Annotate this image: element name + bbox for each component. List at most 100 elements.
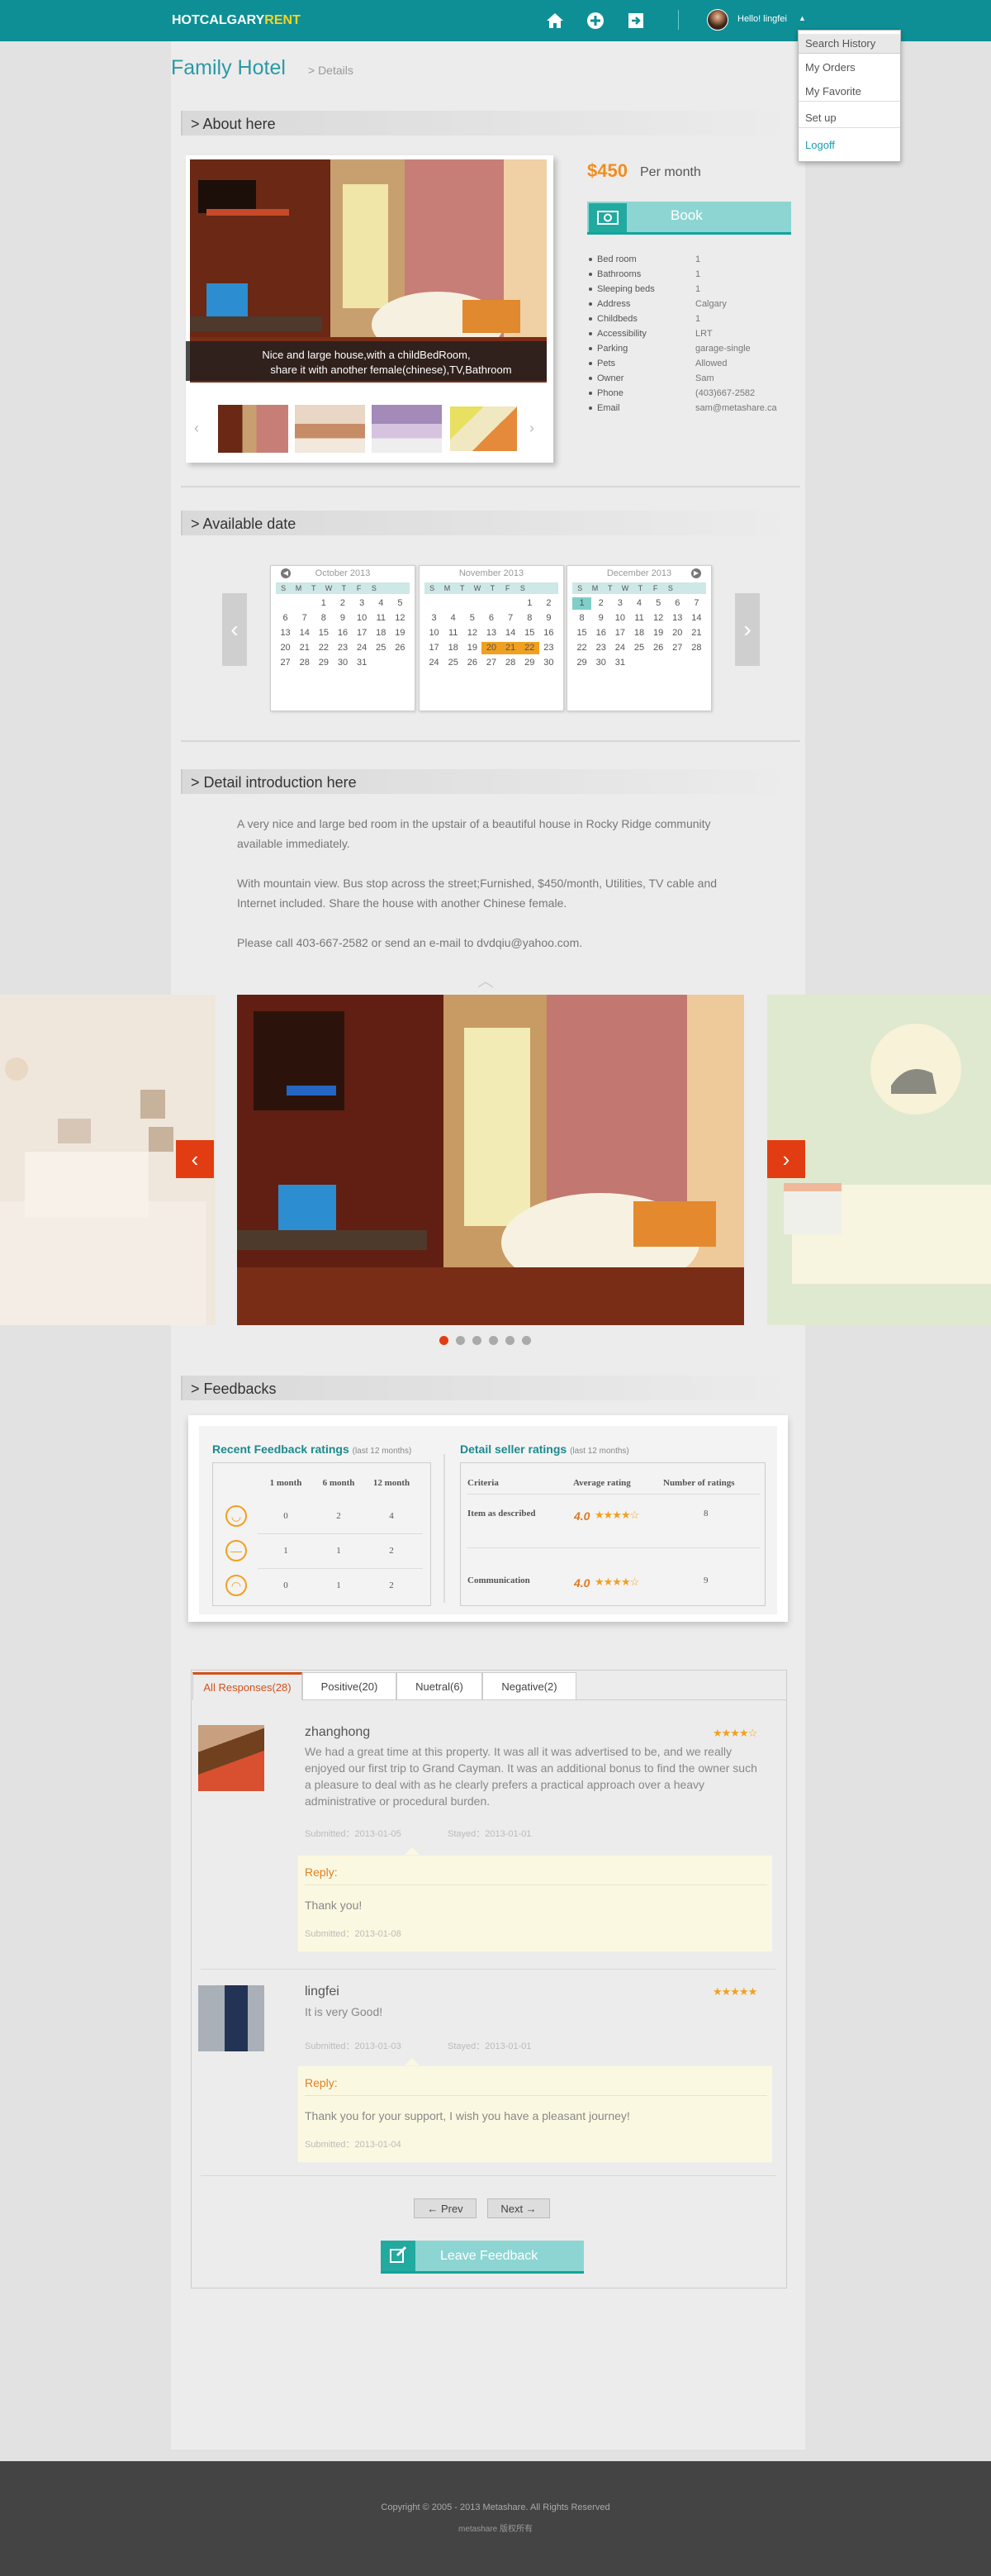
calendar-day[interactable]: 7 [501, 612, 520, 625]
slider-dot[interactable] [489, 1336, 498, 1345]
calendar-day[interactable]: 4 [372, 597, 391, 610]
slider-dot[interactable] [505, 1336, 514, 1345]
menu-item-my-favorite[interactable]: My Favorite [799, 82, 900, 102]
calendar-day[interactable]: 31 [353, 657, 372, 669]
calendar-day[interactable]: 3 [424, 612, 443, 625]
calendar-day[interactable]: 15 [520, 627, 539, 639]
menu-item-my-orders[interactable]: My Orders [799, 58, 900, 78]
tab-positive-responses[interactable]: Positive(20) [302, 1672, 396, 1700]
money-icon[interactable] [589, 203, 627, 232]
calendar-day[interactable]: 19 [649, 627, 668, 639]
thumbnail[interactable] [372, 405, 442, 453]
calendar-day[interactable]: 13 [481, 627, 500, 639]
tab-neutral-responses[interactable]: Nuetral(6) [396, 1672, 482, 1700]
calendar-day[interactable]: 4 [629, 597, 648, 610]
calendar-day[interactable]: 15 [314, 627, 333, 639]
calendar-day[interactable]: 24 [424, 657, 443, 669]
slide-current[interactable] [237, 995, 744, 1325]
calendar-day[interactable]: 9 [333, 612, 352, 625]
slider-prev-button[interactable]: ‹ [176, 1140, 214, 1178]
calendar-day[interactable]: 26 [391, 642, 410, 654]
calendar-day[interactable]: 5 [391, 597, 410, 610]
calendar-day[interactable]: 19 [391, 627, 410, 639]
calendar-day[interactable]: 29 [314, 657, 333, 669]
calendar-day[interactable]: 3 [610, 597, 629, 610]
calendar-day[interactable]: 18 [629, 627, 648, 639]
calendar-day[interactable]: 5 [462, 612, 481, 625]
calendar-day[interactable]: 10 [610, 612, 629, 625]
calendar-day[interactable]: 21 [295, 642, 314, 654]
calendar-day[interactable]: 23 [333, 642, 352, 654]
user-avatar[interactable] [707, 9, 728, 31]
calendar-day[interactable]: 20 [276, 642, 295, 654]
calendar-prev-icon[interactable]: ◀ [281, 568, 291, 578]
calendar-day[interactable]: 8 [314, 612, 333, 625]
calendar-day[interactable]: 2 [591, 597, 610, 610]
calendar-day[interactable]: 10 [424, 627, 443, 639]
calendar-day[interactable]: 29 [520, 657, 539, 669]
add-icon[interactable] [585, 10, 606, 31]
calendar-day[interactable]: 17 [424, 642, 443, 654]
tab-negative-responses[interactable]: Negative(2) [482, 1672, 576, 1700]
calendar-day[interactable]: 1 [572, 597, 592, 610]
calendar-day[interactable]: 22 [314, 642, 333, 654]
calendar-next-button[interactable]: › [735, 593, 760, 666]
slider-next-button[interactable]: › [767, 1140, 805, 1178]
calendar-day[interactable]: 2 [333, 597, 352, 610]
thumb-prev-icon[interactable]: ‹ [194, 420, 199, 437]
reviewer-avatar[interactable] [198, 1985, 264, 2051]
leave-feedback-label[interactable]: Leave Feedback [440, 2249, 538, 2264]
calendar-day[interactable]: 12 [462, 627, 481, 639]
calendar-day[interactable]: 25 [443, 657, 462, 669]
calendar-next-icon[interactable]: ▶ [691, 568, 701, 578]
menu-item-set-up[interactable]: Set up [799, 108, 900, 128]
menu-item-logoff[interactable]: Logoff [799, 135, 900, 155]
calendar-day[interactable]: 14 [295, 627, 314, 639]
calendar-day[interactable]: 23 [539, 642, 558, 654]
calendar-day[interactable]: 17 [353, 627, 372, 639]
reviewer-avatar[interactable] [198, 1725, 264, 1791]
user-greeting[interactable]: Hello! lingfei [737, 14, 787, 24]
calendar-day[interactable]: 14 [501, 627, 520, 639]
calendar-day[interactable]: 2 [539, 597, 558, 610]
calendar-day[interactable]: 28 [501, 657, 520, 669]
site-logo[interactable]: HOTCALGARYRENT [172, 13, 301, 28]
calendar-prev-button[interactable]: ‹ [222, 593, 247, 666]
calendar-day[interactable]: 27 [481, 657, 500, 669]
calendar-day[interactable]: 27 [276, 657, 295, 669]
calendar-day[interactable]: 26 [462, 657, 481, 669]
calendar-day[interactable]: 18 [372, 627, 391, 639]
calendar-day[interactable]: 21 [500, 642, 520, 654]
calendar-day[interactable]: 24 [353, 642, 372, 654]
calendar-day[interactable]: 26 [649, 642, 668, 654]
slider-dot[interactable] [522, 1336, 531, 1345]
calendar-day[interactable]: 31 [610, 657, 629, 669]
calendar-day[interactable]: 22 [572, 642, 591, 654]
reviewer-name[interactable]: lingfei [305, 1984, 339, 1999]
calendar-day[interactable]: 16 [591, 627, 610, 639]
thumbnail[interactable] [295, 405, 365, 453]
calendar-day[interactable]: 6 [481, 612, 500, 625]
calendar-day[interactable]: 11 [443, 627, 462, 639]
calendar-day[interactable]: 7 [687, 597, 706, 610]
chevron-up-icon[interactable]: ︿ [477, 967, 494, 991]
calendar-day[interactable]: 13 [668, 612, 687, 625]
calendar-day[interactable]: 1 [314, 597, 333, 610]
calendar-day[interactable]: 12 [391, 612, 410, 625]
calendar-day[interactable]: 29 [572, 657, 591, 669]
next-page-button[interactable]: Next → [487, 2198, 550, 2218]
slider-dot[interactable] [472, 1336, 481, 1345]
calendar-day[interactable]: 23 [591, 642, 610, 654]
calendar-day[interactable]: 11 [629, 612, 648, 625]
menu-item-search-history[interactable]: Search History [799, 34, 900, 54]
tab-all-responses[interactable]: All Responses(28) [192, 1672, 302, 1700]
calendar-day[interactable]: 18 [443, 642, 462, 654]
calendar-day[interactable]: 30 [591, 657, 610, 669]
calendar-day[interactable]: 20 [668, 627, 687, 639]
calendar-day[interactable]: 10 [353, 612, 372, 625]
calendar-day[interactable]: 9 [539, 612, 558, 625]
calendar-day[interactable]: 28 [295, 657, 314, 669]
calendar-day[interactable]: 1 [520, 597, 539, 610]
calendar-day[interactable]: 21 [687, 627, 706, 639]
calendar-day[interactable]: 4 [443, 612, 462, 625]
